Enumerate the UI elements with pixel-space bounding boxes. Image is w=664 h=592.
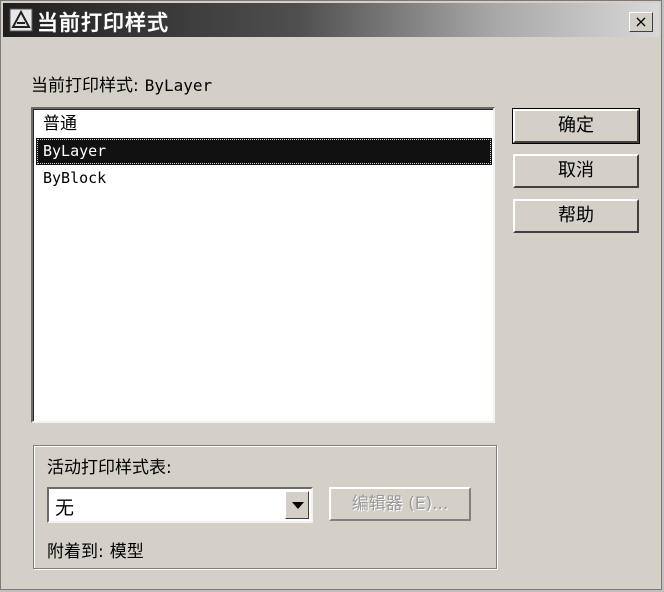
chevron-down-icon (292, 502, 304, 509)
close-button[interactable]: × (629, 12, 653, 32)
ok-button[interactable]: 确定 (513, 109, 639, 143)
current-style-label: 当前打印样式: (31, 76, 139, 96)
current-style-value: ByLayer (144, 76, 213, 95)
editor-button[interactable]: 编辑器 (E)... (329, 487, 471, 521)
style-table-value: 无 (55, 497, 75, 519)
active-style-table-label: 活动打印样式表: (47, 458, 172, 478)
list-item-bylayer[interactable]: ByLayer (36, 138, 492, 165)
list-item-normal[interactable]: 普通 (36, 111, 492, 138)
cancel-button[interactable]: 取消 (513, 154, 639, 188)
print-style-dialog: 当前打印样式 × 当前打印样式: ByLayer 普通 ByLayer ByBlo… (0, 0, 662, 590)
title-bar[interactable]: 当前打印样式 × (3, 3, 659, 37)
attached-to-row: 附着到: 模型 (47, 537, 144, 562)
style-table-dropdown[interactable]: 无 (47, 487, 313, 523)
attached-to-label: 附着到: (47, 542, 104, 562)
attached-to-value: 模型 (109, 542, 144, 562)
dropdown-button[interactable] (285, 491, 309, 519)
app-icon (9, 8, 33, 32)
style-listbox[interactable]: 普通 ByLayer ByBlock (31, 107, 495, 423)
close-icon: × (634, 12, 648, 31)
dialog-title: 当前打印样式 (37, 11, 169, 35)
help-button[interactable]: 帮助 (513, 199, 639, 233)
current-style-row: 当前打印样式: ByLayer (31, 71, 212, 96)
list-item-byblock[interactable]: ByBlock (36, 165, 492, 192)
